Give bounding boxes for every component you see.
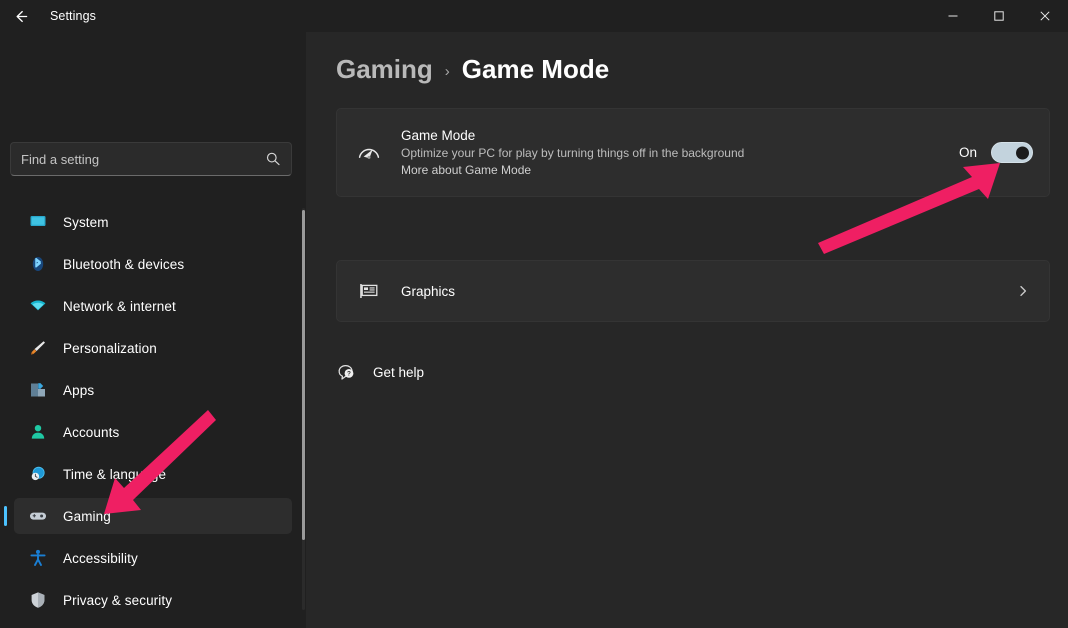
close-button[interactable] — [1022, 0, 1068, 32]
page-title: Game Mode — [461, 54, 610, 84]
minimize-button[interactable] — [930, 0, 976, 32]
sidebar-item-label: Privacy & security — [63, 592, 173, 608]
game-mode-text: Game Mode Optimize your PC for play by t… — [401, 128, 959, 177]
breadcrumb: Gaming › Game Mode — [336, 54, 609, 85]
sidebar-item-bluetooth-devices[interactable]: Bluetooth & devices — [14, 246, 292, 282]
game-mode-title: Game Mode — [401, 128, 476, 143]
sidebar-item-gaming[interactable]: Gaming — [4, 498, 292, 534]
minimize-icon — [947, 10, 959, 22]
bluetooth-icon — [28, 254, 48, 274]
sidebar-item-label: Time & language — [63, 466, 167, 482]
breadcrumb-parent[interactable]: Gaming — [336, 54, 433, 85]
accessibility-icon — [28, 548, 48, 568]
wifi-icon — [28, 296, 48, 316]
sidebar-item-apps[interactable]: Apps — [14, 372, 292, 408]
get-help-link[interactable]: ? Get help — [336, 362, 424, 382]
sidebar-item-label: Gaming — [63, 508, 111, 524]
close-icon — [1039, 10, 1051, 22]
chevron-right-icon[interactable] — [1015, 283, 1031, 299]
toggle-knob — [1016, 146, 1029, 159]
paintbrush-icon — [28, 338, 48, 358]
sidebar-scrollbar-thumb[interactable] — [302, 210, 305, 540]
toggle-state-label: On — [958, 145, 977, 160]
main-content: Gaming › Game Mode Game Mode Optimize yo… — [306, 32, 1068, 628]
sidebar-item-personalization[interactable]: Personalization — [14, 330, 292, 366]
sidebar-item-label: Apps — [63, 382, 95, 398]
more-about-game-mode-link[interactable]: More about Game Mode — [401, 163, 959, 177]
graphics-label: Graphics — [401, 283, 456, 299]
back-button[interactable] — [4, 1, 38, 31]
search-input[interactable] — [21, 151, 265, 167]
graphics-card-icon — [355, 277, 383, 305]
sidebar-item-label: Personalization — [63, 340, 157, 356]
search-box[interactable] — [10, 142, 292, 176]
get-help-label: Get help — [373, 364, 425, 380]
sidebar-item-time-language[interactable]: Time & language — [14, 456, 292, 492]
sidebar-item-label: Bluetooth & devices — [63, 256, 185, 272]
back-arrow-icon — [13, 8, 30, 25]
sidebar-item-label: Network & internet — [63, 298, 176, 314]
chevron-right-icon: › — [444, 63, 450, 80]
sidebar: System Bluetooth & devices Network & int… — [0, 32, 306, 628]
sidebar-item-accessibility[interactable]: Accessibility — [14, 540, 292, 576]
sidebar-item-label: Accessibility — [63, 550, 138, 566]
maximize-button[interactable] — [976, 0, 1022, 32]
sidebar-nav-list: System Bluetooth & devices Network & int… — [0, 204, 306, 628]
title-bar: Settings — [0, 0, 1068, 32]
sidebar-item-label: Accounts — [63, 424, 120, 440]
monitor-icon — [28, 212, 48, 232]
search-container — [10, 142, 292, 176]
game-mode-toggle-group: On — [959, 142, 1033, 163]
apps-icon — [28, 380, 48, 400]
game-mode-toggle[interactable] — [991, 142, 1033, 163]
svg-text:?: ? — [347, 371, 351, 378]
help-bubble-icon: ? — [336, 362, 356, 382]
speedometer-icon — [355, 139, 383, 167]
search-icon[interactable] — [265, 151, 281, 167]
app-title: Settings — [50, 9, 96, 23]
graphics-row[interactable]: Graphics — [336, 260, 1050, 322]
gamepad-icon — [28, 506, 48, 526]
sidebar-item-network-internet[interactable]: Network & internet — [14, 288, 292, 324]
sidebar-item-privacy-security[interactable]: Privacy & security — [14, 582, 292, 618]
sidebar-item-accounts[interactable]: Accounts — [14, 414, 292, 450]
window-controls — [930, 0, 1068, 32]
sidebar-item-system[interactable]: System — [14, 204, 292, 240]
game-mode-card: Game Mode Optimize your PC for play by t… — [336, 108, 1050, 197]
clock-globe-icon — [28, 464, 48, 484]
game-mode-description: Optimize your PC for play by turning thi… — [401, 146, 745, 160]
shield-icon — [28, 590, 48, 610]
sidebar-item-label: System — [63, 214, 109, 230]
maximize-icon — [993, 10, 1005, 22]
person-icon — [28, 422, 48, 442]
